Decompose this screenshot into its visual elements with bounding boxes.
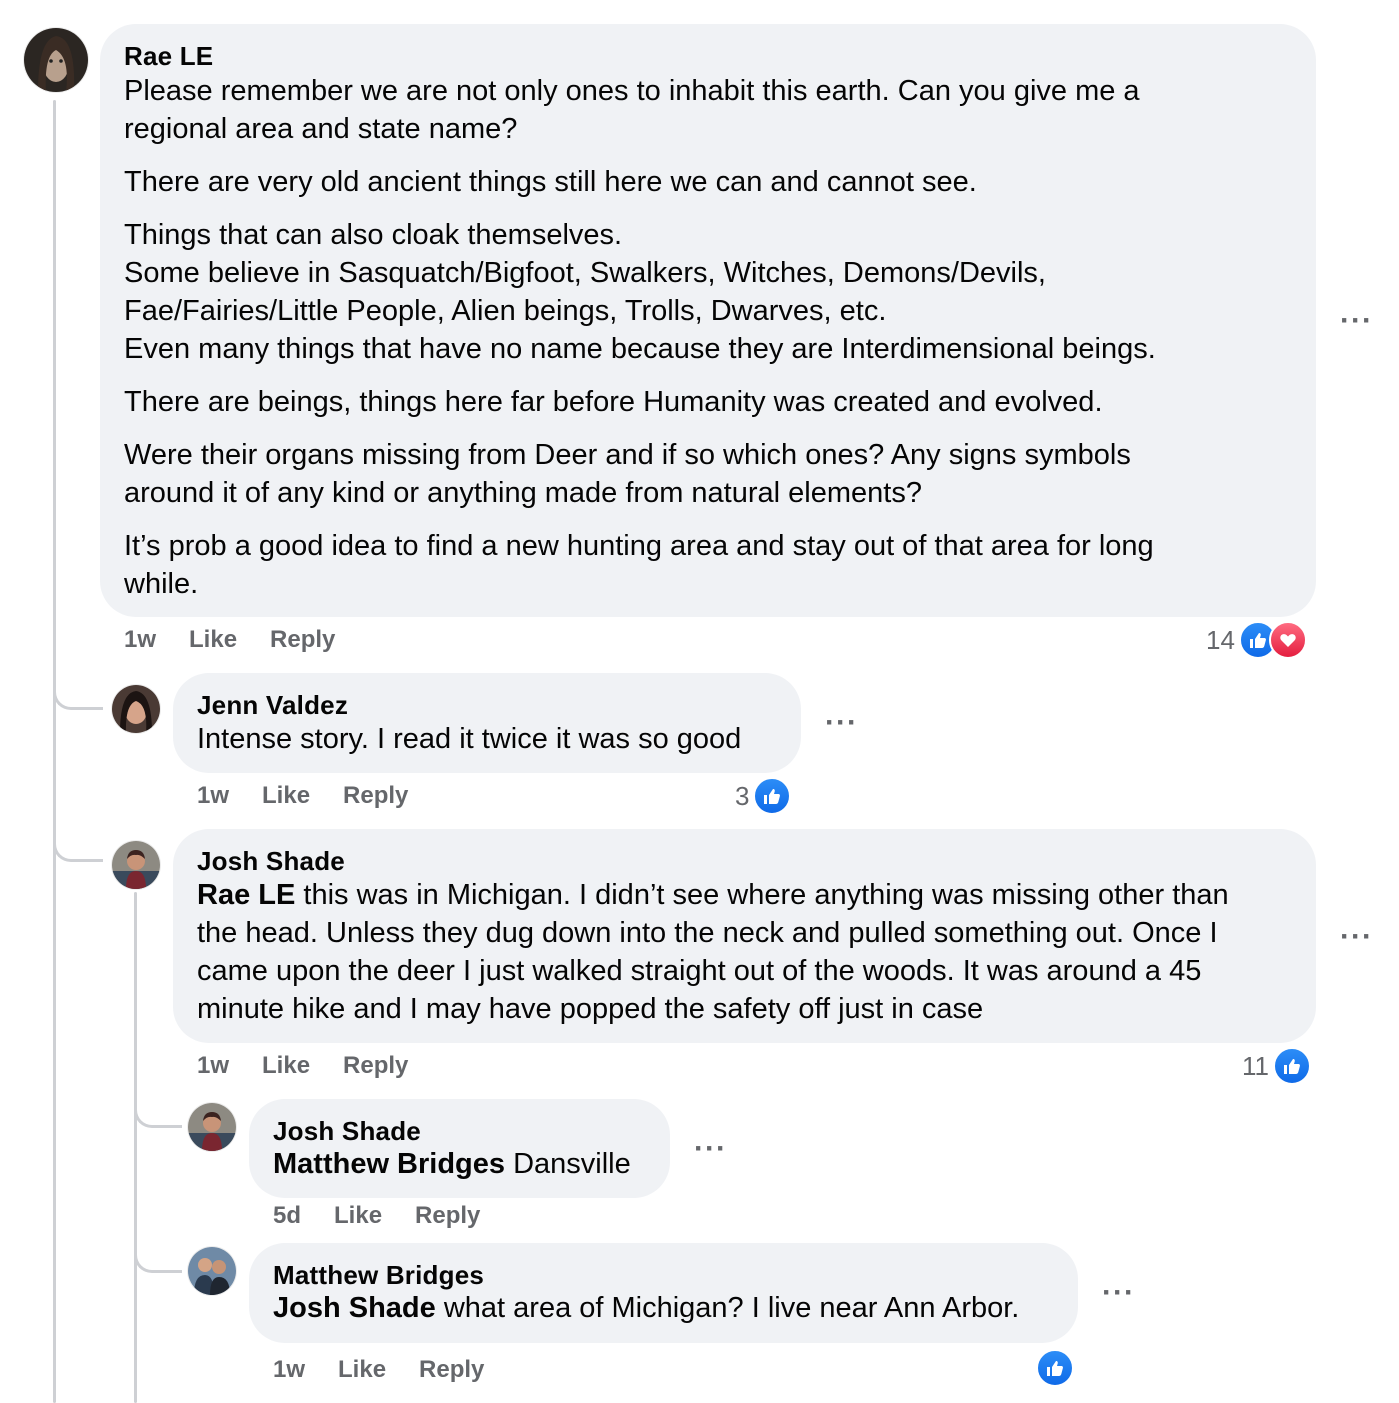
comment-bubble: Josh Shade Rae LE this was in Michigan. … (173, 829, 1316, 1043)
reply-button[interactable]: Reply (419, 1356, 484, 1384)
more-options-icon[interactable]: ··· (694, 1134, 727, 1164)
comment-text: Josh Shade what area of Michigan? I live… (273, 1290, 1054, 1326)
text-line: came upon the deer I just walked straigh… (197, 955, 1202, 987)
more-options-icon[interactable]: ··· (1102, 1278, 1135, 1308)
text-fragment: what area of Michigan? I live near Ann A… (435, 1292, 1020, 1324)
comment-paragraph: It’s prob a good idea to find a new hunt… (124, 527, 1292, 603)
comment-paragraph: Please remember we are not only ones to … (124, 72, 1292, 148)
comment-paragraph: Things that can also cloak themselves. So… (124, 216, 1292, 368)
more-options-icon[interactable]: ··· (825, 708, 858, 738)
like-button[interactable]: Like (189, 626, 237, 654)
avatar[interactable] (112, 685, 160, 733)
mention-link[interactable]: Matthew Bridges (273, 1148, 505, 1180)
comment-paragraph: There are very old ancient things still … (124, 163, 1292, 201)
comment-paragraph: There are beings, things here far before… (124, 383, 1292, 421)
text-line: Intense story. I read it twice it was so… (197, 723, 742, 755)
comment-bubble: Josh Shade Matthew Bridges Dansville (249, 1099, 670, 1198)
reaction-count: 11 (1242, 1050, 1269, 1081)
timestamp[interactable]: 1w (197, 1052, 229, 1080)
comment-author[interactable]: Josh Shade (197, 846, 1292, 876)
comment-bubble: Jenn Valdez Intense story. I read it twi… (173, 673, 801, 773)
comment-text: Please remember we are not only ones to … (124, 72, 1292, 603)
avatar[interactable] (112, 841, 160, 889)
more-options-icon[interactable]: ··· (1340, 922, 1373, 952)
like-button[interactable]: Like (338, 1356, 386, 1384)
comment-bubble: Matthew Bridges Josh Shade what area of … (249, 1243, 1078, 1343)
text-line: Were their organs missing from Deer and … (124, 439, 1131, 471)
thread-line-root (53, 100, 56, 1403)
like-button[interactable]: Like (262, 782, 310, 810)
reply-button[interactable]: Reply (270, 626, 335, 654)
comment-author[interactable]: Jenn Valdez (197, 690, 777, 720)
text-line: Rae LE this was in Michigan. I didn’t se… (197, 876, 1292, 914)
text-line: regional area and state name? (124, 113, 518, 145)
comment-text: Intense story. I read it twice it was so… (197, 720, 777, 758)
timestamp[interactable]: 1w (197, 782, 229, 810)
timestamp[interactable]: 5d (273, 1202, 301, 1230)
text-fragment: this was in Michigan. I didn’t see where… (295, 879, 1229, 911)
more-options-icon[interactable]: ··· (1340, 306, 1373, 336)
like-icon (753, 777, 792, 815)
text-line: There are beings, things here far before… (124, 386, 1103, 418)
comment-actions: 1w Like Reply (197, 1052, 441, 1080)
text-line: around it of any kind or anything made f… (124, 477, 922, 509)
text-line: It’s prob a good idea to find a new hunt… (124, 530, 1154, 562)
reaction-summary[interactable] (1036, 1349, 1074, 1387)
mention-link[interactable]: Josh Shade (273, 1292, 436, 1324)
reply-button[interactable]: Reply (415, 1202, 480, 1230)
thread-connector (134, 1080, 182, 1128)
text-line: Some believe in Sasquatch/Bigfoot, Swalk… (124, 257, 1046, 289)
timestamp[interactable]: 1w (273, 1356, 305, 1384)
text-line: Things that can also cloak themselves. (124, 219, 623, 251)
comment-actions: 1w Like Reply (197, 782, 441, 810)
love-icon (1268, 621, 1307, 659)
text-line: Even many things that have no name becau… (124, 333, 1156, 365)
text-line: while. (124, 568, 199, 600)
like-icon (1273, 1047, 1311, 1085)
comment-actions: 1w Like Reply (273, 1356, 517, 1384)
comment-text: Matthew Bridges Dansville (273, 1146, 646, 1182)
reaction-summary[interactable]: 14 (1206, 621, 1307, 659)
comment-text: Rae LE this was in Michigan. I didn’t se… (197, 876, 1292, 1028)
thread-connector (134, 1225, 182, 1273)
comment-actions: 1w Like Reply (124, 626, 368, 654)
avatar[interactable] (188, 1103, 236, 1151)
reaction-summary[interactable]: 11 (1242, 1047, 1311, 1085)
comment-bubble: Rae LE Please remember we are not only o… (100, 24, 1316, 617)
thread-connector (53, 812, 103, 862)
reaction-summary[interactable]: 3 (735, 777, 792, 815)
comment-author[interactable]: Josh Shade (273, 1116, 646, 1146)
reaction-count: 14 (1206, 624, 1235, 655)
reply-button[interactable]: Reply (343, 782, 408, 810)
mention-link[interactable]: Rae LE (197, 879, 295, 911)
avatar[interactable] (24, 28, 88, 92)
reply-button[interactable]: Reply (343, 1052, 408, 1080)
text-line: minute hike and I may have popped the sa… (197, 993, 984, 1025)
comment-paragraph: Were their organs missing from Deer and … (124, 436, 1292, 512)
like-button[interactable]: Like (262, 1052, 310, 1080)
avatar[interactable] (188, 1247, 236, 1295)
text-fragment: Dansville (505, 1148, 631, 1180)
thread-line-reply (134, 892, 137, 1403)
like-button[interactable]: Like (334, 1202, 382, 1230)
comment-author[interactable]: Matthew Bridges (273, 1260, 1054, 1290)
text-line: Fae/Fairies/Little People, Alien beings,… (124, 295, 887, 327)
text-line: There are very old ancient things still … (124, 166, 977, 198)
thread-connector (53, 660, 103, 710)
text-line: Please remember we are not only ones to … (124, 75, 1140, 107)
reaction-count: 3 (735, 780, 750, 811)
timestamp[interactable]: 1w (124, 626, 156, 654)
like-icon (1036, 1349, 1074, 1387)
text-line: the head. Unless they dug down into the … (197, 917, 1218, 949)
comment-actions: 5d Like Reply (273, 1202, 513, 1230)
comment-author[interactable]: Rae LE (124, 41, 1292, 71)
